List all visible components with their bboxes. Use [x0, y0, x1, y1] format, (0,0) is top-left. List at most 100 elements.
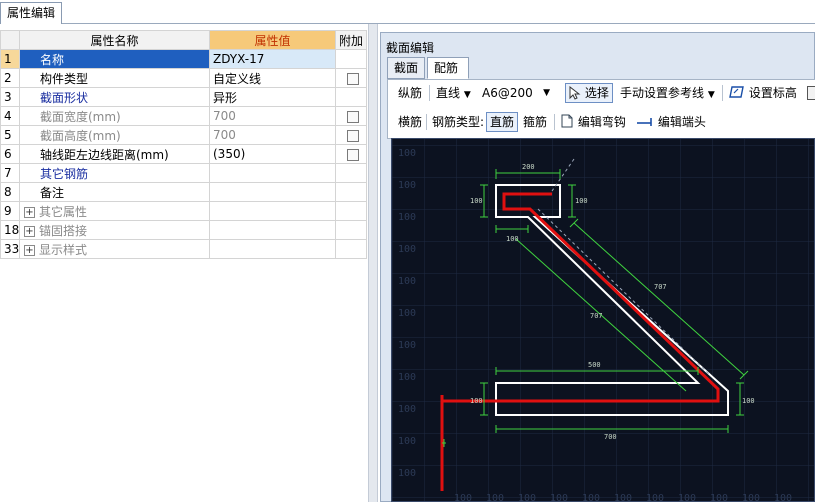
set-elevation-button[interactable]: 设置标高: [729, 82, 797, 104]
line-mode-value: 直线: [436, 86, 461, 100]
dim-label: 500: [588, 361, 601, 369]
property-name: 截面宽度(mm): [19, 106, 210, 126]
grid-label: 100: [550, 493, 568, 502]
row-number: 5: [0, 125, 20, 145]
line-mode-select[interactable]: 直线 ▼: [436, 82, 471, 104]
property-name: 轴线距左边线距离(mm): [19, 144, 210, 164]
transverse-rebar-button[interactable]: 横筋: [398, 111, 422, 133]
dim-label: 700: [604, 433, 617, 441]
dim-label: 200: [522, 163, 535, 171]
table-row[interactable]: 4 截面宽度(mm) 700: [0, 106, 367, 126]
property-value[interactable]: 异形: [209, 87, 336, 107]
dim-label: 100: [742, 397, 755, 405]
chevron-down-icon: ▼: [543, 88, 550, 98]
table-row[interactable]: 1 名称 ZDYX-17: [0, 49, 367, 69]
extra-cell: [335, 239, 367, 259]
table-row[interactable]: 2 构件类型 自定义线: [0, 68, 367, 88]
property-value[interactable]: [209, 182, 336, 202]
manual-ref-label: 手动设置参考线: [620, 86, 705, 100]
property-name: 其它属性: [39, 204, 88, 219]
expand-icon[interactable]: +: [24, 206, 35, 218]
row-number: 9: [0, 201, 20, 221]
tab-reinforcement[interactable]: 配筋: [427, 57, 469, 79]
rebar-spec-select[interactable]: A6@200 ▼: [482, 82, 554, 104]
section-drawing-canvas[interactable]: 100 100 100 100 100 100 100 100 100 100 …: [391, 138, 815, 502]
dim-label: 100: [506, 235, 519, 243]
property-name: 构件类型: [19, 68, 210, 88]
property-value: 700: [209, 106, 336, 126]
grid-label: 100: [518, 493, 536, 502]
table-row[interactable]: 33 + 显示样式: [0, 239, 367, 259]
edit-hook-button[interactable]: 编辑弯钩: [560, 111, 626, 133]
overflow-toolbar-icon[interactable]: [807, 86, 815, 100]
grid-header-value[interactable]: 属性值: [209, 30, 336, 50]
tab-property-editor[interactable]: 属性编辑: [0, 2, 63, 24]
select-tool-button[interactable]: 选择: [565, 83, 613, 103]
panel-splitter[interactable]: [368, 24, 378, 502]
grid-label: 100: [398, 180, 416, 191]
row-number: 3: [0, 87, 20, 107]
row-number: 33: [0, 239, 20, 259]
grid-label: 100: [398, 308, 416, 319]
row-number: 8: [0, 182, 20, 202]
property-value[interactable]: 自定义线: [209, 68, 336, 88]
select-label: 选择: [584, 86, 609, 100]
table-row[interactable]: 6 轴线距左边线距离(mm) (350): [0, 144, 367, 164]
dim-label: 100: [470, 197, 483, 205]
chevron-down-icon: ▼: [707, 90, 715, 100]
table-row[interactable]: 18 + 锚固搭接: [0, 220, 367, 240]
extra-checkbox[interactable]: [347, 110, 359, 123]
property-value[interactable]: [209, 163, 336, 183]
property-name: 截面高度(mm): [19, 125, 210, 145]
row-number: 1: [0, 49, 20, 69]
property-value[interactable]: (350): [209, 144, 336, 164]
grid-label: 100: [486, 493, 504, 502]
extra-checkbox[interactable]: [347, 148, 359, 161]
property-grid: 属性名称 属性值 附加 1 名称 ZDYX-17 2 构件类型 自定义线 3 截…: [0, 30, 367, 259]
longitudinal-rebar-button[interactable]: 纵筋: [398, 82, 422, 104]
property-value: 700: [209, 125, 336, 145]
table-row[interactable]: 7 其它钢筋: [0, 163, 367, 183]
manual-ref-line-select[interactable]: 手动设置参考线 ▼: [620, 82, 715, 104]
stirrup-button[interactable]: 箍筋: [523, 111, 547, 133]
extra-cell: [335, 163, 367, 183]
edit-end-button[interactable]: 编辑端头: [636, 111, 706, 133]
extra-cell: [335, 49, 367, 69]
property-group[interactable]: + 显示样式: [19, 239, 210, 259]
set-elevation-label: 设置标高: [748, 86, 797, 100]
grid-header-name[interactable]: 属性名称: [19, 30, 210, 50]
edit-hook-label: 编辑弯钩: [577, 115, 626, 129]
property-name: 备注: [19, 182, 210, 202]
expand-icon[interactable]: +: [24, 244, 35, 256]
edit-end-label: 编辑端头: [657, 115, 706, 129]
straight-rebar-button[interactable]: 直筋: [486, 112, 519, 132]
grid-label: 100: [398, 468, 416, 479]
dim-label: 100: [470, 397, 483, 405]
grid-label: 100: [710, 493, 728, 502]
property-value: [209, 201, 336, 221]
property-group[interactable]: + 其它属性: [19, 201, 210, 221]
row-number: 7: [0, 163, 20, 183]
table-row[interactable]: 5 截面高度(mm) 700: [0, 125, 367, 145]
toolbar-divider: [554, 114, 555, 130]
extra-cell: [335, 201, 367, 221]
property-name: 截面形状: [19, 87, 210, 107]
dim-label: 707: [590, 312, 603, 320]
extra-checkbox[interactable]: [347, 72, 359, 85]
section-drawing-svg[interactable]: 100 100 100 100 100 100 100 100 100 100 …: [392, 139, 815, 502]
property-value: [209, 239, 336, 259]
table-row[interactable]: 9 + 其它属性: [0, 201, 367, 221]
property-group[interactable]: + 锚固搭接: [19, 220, 210, 240]
extra-checkbox[interactable]: [347, 129, 359, 142]
tab-section[interactable]: 截面: [387, 57, 425, 79]
row-number: 6: [0, 144, 20, 164]
extra-cell: [335, 68, 367, 88]
expand-icon[interactable]: +: [24, 225, 35, 237]
dim-label: 100: [575, 197, 588, 205]
grid-header-extra[interactable]: 附加: [335, 30, 367, 50]
table-row[interactable]: 8 备注: [0, 182, 367, 202]
property-value-input[interactable]: ZDYX-17: [209, 49, 336, 69]
table-row[interactable]: 3 截面形状 异形: [0, 87, 367, 107]
grid-label: 100: [582, 493, 600, 502]
property-name[interactable]: 名称: [19, 49, 210, 69]
